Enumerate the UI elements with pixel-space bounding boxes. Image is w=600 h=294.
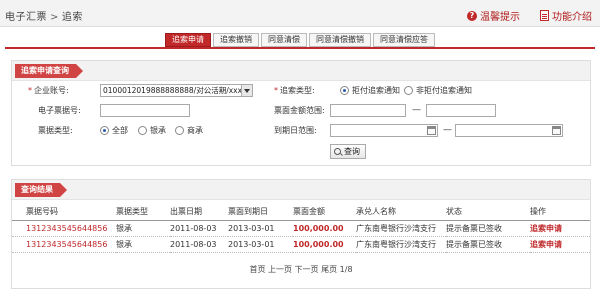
search-icon bbox=[334, 148, 341, 155]
top-bar: 电子汇票 > 追索 ? 温馨提示 功能介绍 bbox=[0, 0, 600, 27]
col-action: 操作 bbox=[530, 204, 590, 221]
cell-amount: 100,000.00 bbox=[293, 220, 356, 237]
results-panel: 查询结果 票据号码 票据类型 出票日期 票面到期日 票面金额 承兑人名称 状态 … bbox=[11, 179, 591, 289]
bill-type-bank-label: 银承 bbox=[150, 126, 166, 135]
bill-no-link[interactable]: 1312343545644856 bbox=[12, 236, 116, 253]
pager-next[interactable]: 下一页 bbox=[295, 265, 319, 274]
intro-label: 功能介绍 bbox=[552, 12, 592, 23]
table-row: 1312343545644856 银承 2011-08-03 2013-03-0… bbox=[12, 220, 590, 237]
required-mark: * bbox=[274, 86, 278, 95]
col-bill-type: 票据类型 bbox=[116, 204, 170, 221]
tab-agree-pay[interactable]: 同意清偿 bbox=[261, 33, 307, 47]
document-icon bbox=[540, 10, 549, 21]
function-tabs: 追索申请 追索撤销 同意清偿 同意清偿撤销 同意清偿应答 bbox=[165, 33, 437, 47]
account-label-text: 企业账号: bbox=[34, 86, 69, 95]
tab-underline bbox=[5, 47, 595, 49]
bill-type-commercial-radio[interactable]: 商承 bbox=[175, 125, 203, 136]
tips-link[interactable]: ? 温馨提示 bbox=[467, 8, 520, 23]
bill-no-label: 电子票据号: bbox=[38, 106, 81, 115]
tab-recourse-apply[interactable]: 追索申请 bbox=[165, 33, 211, 47]
radio-unselected-icon bbox=[175, 126, 184, 135]
col-due-date: 票面到期日 bbox=[228, 204, 293, 221]
col-bill-no: 票据号码 bbox=[12, 204, 116, 221]
tips-label: 温馨提示 bbox=[480, 12, 520, 23]
col-status: 状态 bbox=[446, 204, 530, 221]
cell-due-date: 2013-03-01 bbox=[228, 220, 293, 237]
question-icon: ? bbox=[467, 10, 477, 21]
table-header-row: 票据号码 票据类型 出票日期 票面到期日 票面金额 承兑人名称 状态 操作 bbox=[12, 204, 590, 221]
due-range-label: 到期日范围: bbox=[274, 126, 317, 135]
account-select-value: 0100012019888888888/对公活期/xxx公司 bbox=[103, 86, 253, 95]
radio-unselected-icon bbox=[138, 126, 147, 135]
pager-first[interactable]: 首页 bbox=[249, 265, 265, 274]
calendar-icon[interactable] bbox=[552, 126, 561, 135]
cell-acceptor: 广东南粤银行沙湾支行 bbox=[356, 236, 446, 253]
breadcrumb: 电子汇票 > 追索 bbox=[5, 8, 83, 23]
col-issue-date: 出票日期 bbox=[170, 204, 228, 221]
cell-due-date: 2013-03-01 bbox=[228, 236, 293, 253]
breadcrumb-current: 追索 bbox=[61, 12, 83, 23]
recourse-type-label-text: 追索类型: bbox=[280, 86, 315, 95]
recourse-type-refuse-radio[interactable]: 拒付追索通知 bbox=[340, 85, 400, 96]
due-range-dash: — bbox=[443, 125, 452, 135]
results-table: 票据号码 票据类型 出票日期 票面到期日 票面金额 承兑人名称 状态 操作 13… bbox=[12, 204, 590, 253]
recourse-type-nonrefuse-radio[interactable]: 非拒付追索通知 bbox=[404, 85, 472, 96]
bill-no-input[interactable] bbox=[100, 104, 190, 117]
results-panel-header bbox=[12, 180, 590, 200]
chevron-down-icon bbox=[241, 85, 252, 96]
cell-bill-type: 银承 bbox=[116, 220, 170, 237]
query-panel: 追索申请查询 * 企业账号: 0100012019888888888/对公活期/x… bbox=[11, 60, 591, 166]
bill-type-all-radio[interactable]: 全部 bbox=[100, 125, 128, 136]
bill-no-link[interactable]: 1312343545644856 bbox=[12, 220, 116, 237]
cell-status: 提示备票已签收 bbox=[446, 220, 530, 237]
amount-range-label: 票面金额范围: bbox=[274, 106, 325, 115]
bill-type-all-label: 全部 bbox=[112, 126, 128, 135]
pagination: 首页 上一页 下一页 尾页 1/8 bbox=[12, 264, 590, 275]
query-panel-title: 追索申请查询 bbox=[15, 64, 83, 78]
bill-type-label: 票据类型: bbox=[38, 126, 73, 135]
amount-min-input[interactable] bbox=[330, 104, 406, 117]
table-row: 1312343545644856 银承 2011-08-03 2013-03-0… bbox=[12, 236, 590, 253]
pager-last[interactable]: 尾页 bbox=[321, 265, 337, 274]
recourse-type-refuse-label: 拒付追索通知 bbox=[352, 86, 400, 95]
breadcrumb-section[interactable]: 电子汇票 bbox=[5, 12, 47, 23]
amount-max-input[interactable] bbox=[426, 104, 496, 117]
breadcrumb-separator: > bbox=[50, 12, 59, 23]
intro-link[interactable]: 功能介绍 bbox=[540, 8, 592, 23]
tab-recourse-cancel[interactable]: 追索撤销 bbox=[213, 33, 259, 47]
pager-prev[interactable]: 上一页 bbox=[268, 265, 292, 274]
cell-issue-date: 2011-08-03 bbox=[170, 236, 228, 253]
tab-agree-pay-cancel[interactable]: 同意清偿撤销 bbox=[309, 33, 371, 47]
account-label: * 企业账号: bbox=[28, 85, 69, 96]
col-amount: 票面金额 bbox=[293, 204, 356, 221]
tab-agree-pay-response[interactable]: 同意清偿应答 bbox=[373, 33, 435, 47]
query-panel-header bbox=[12, 61, 590, 81]
recourse-apply-link[interactable]: 追索申请 bbox=[530, 236, 590, 253]
radio-unselected-icon bbox=[404, 86, 413, 95]
query-button-label: 查询 bbox=[344, 147, 360, 156]
cell-issue-date: 2011-08-03 bbox=[170, 220, 228, 237]
recourse-apply-link[interactable]: 追索申请 bbox=[530, 220, 590, 237]
pager-page-indicator: 1/8 bbox=[339, 265, 353, 274]
cell-bill-type: 银承 bbox=[116, 236, 170, 253]
radio-selected-icon bbox=[340, 86, 349, 95]
recourse-type-label: * 追索类型: bbox=[274, 85, 315, 96]
cell-amount: 100,000.00 bbox=[293, 236, 356, 253]
amount-range-dash: — bbox=[412, 105, 421, 115]
cell-acceptor: 广东南粤银行沙湾支行 bbox=[356, 220, 446, 237]
due-start-input[interactable] bbox=[330, 124, 438, 137]
account-select[interactable]: 0100012019888888888/对公活期/xxx公司 bbox=[100, 84, 253, 97]
recourse-type-nonrefuse-label: 非拒付追索通知 bbox=[416, 86, 472, 95]
radio-selected-icon bbox=[100, 126, 109, 135]
due-end-input[interactable] bbox=[455, 124, 563, 137]
required-mark: * bbox=[28, 86, 32, 95]
bill-type-bank-radio[interactable]: 银承 bbox=[138, 125, 166, 136]
cell-status: 提示备票已签收 bbox=[446, 236, 530, 253]
query-button[interactable]: 查询 bbox=[330, 144, 366, 159]
calendar-icon[interactable] bbox=[427, 126, 436, 135]
col-acceptor: 承兑人名称 bbox=[356, 204, 446, 221]
bill-type-commercial-label: 商承 bbox=[187, 126, 203, 135]
results-panel-title: 查询结果 bbox=[15, 183, 67, 197]
